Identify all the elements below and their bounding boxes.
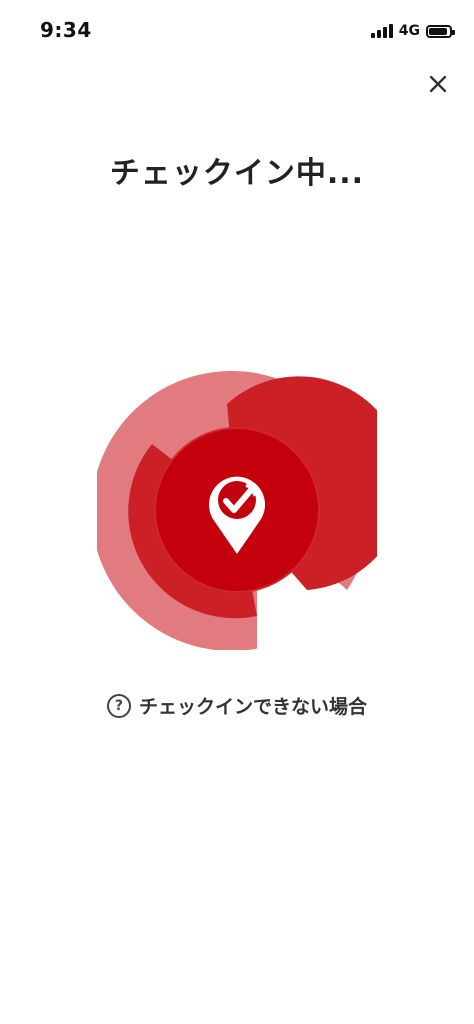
cannot-checkin-help-link[interactable]: ? チェックインできない場合 <box>0 692 474 719</box>
close-button[interactable] <box>424 70 452 98</box>
checkin-screen: 9:34 4G チェックイン中... ? チェックインできない場合 <box>0 0 474 1024</box>
checkin-progress-graphic <box>97 370 377 650</box>
battery-icon <box>426 24 455 38</box>
status-indicators: 4G <box>370 20 455 42</box>
status-time: 9:34 <box>40 18 92 42</box>
page-title: チェックイン中... <box>109 156 365 191</box>
cellular-signal-icon <box>370 24 393 38</box>
help-link-label: チェックインできない場合 <box>138 696 367 718</box>
status-bar: 9:34 4G <box>0 0 474 60</box>
network-type: 4G <box>398 23 420 39</box>
question-circle-icon: ? <box>106 693 131 718</box>
close-icon <box>429 75 447 93</box>
